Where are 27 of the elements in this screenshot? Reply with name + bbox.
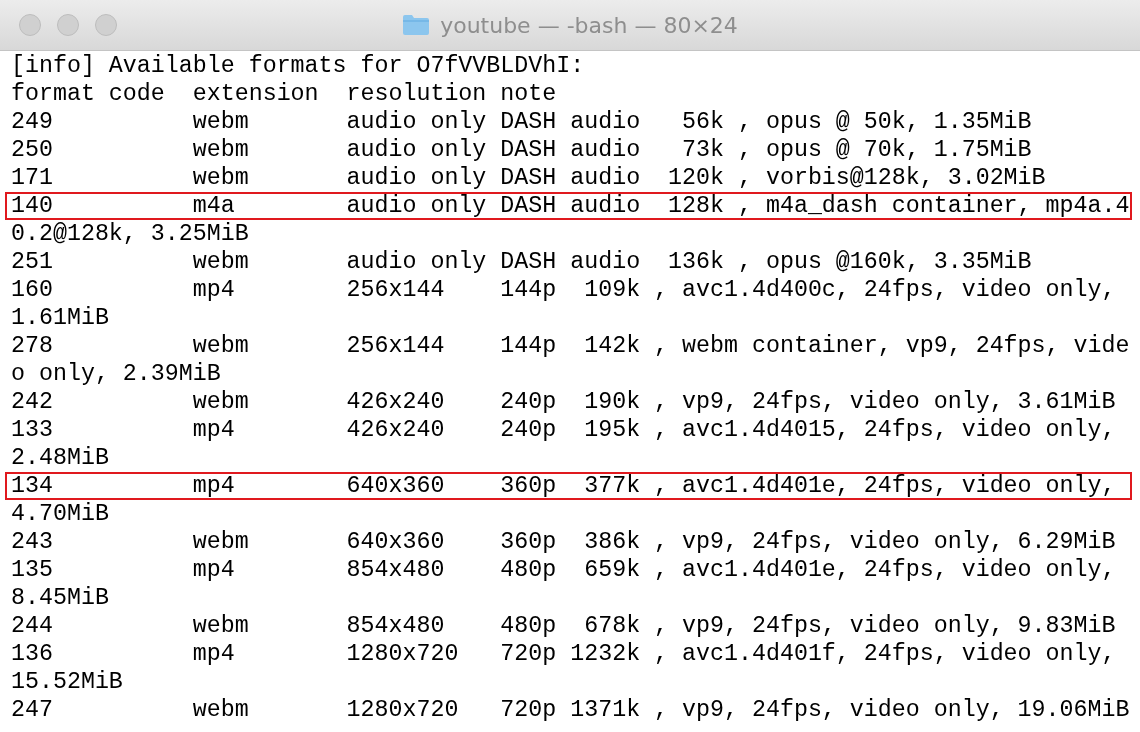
- minimize-button[interactable]: [57, 14, 79, 36]
- terminal-line: 243 webm 640x360 360p 386k , vp9, 24fps, video only, 6.29MiB: [10, 528, 1117, 556]
- terminal-line: 250 webm audio only DASH audio 73k , opus @ 70k, 1.75MiB: [10, 136, 1033, 164]
- terminal-line: 136 mp4 1280x720 720p 1232k , avc1.4d401f, 24fps, video only,: [10, 640, 1117, 668]
- terminal-line: 135 mp4 854x480 480p 659k , avc1.4d401e, 24fps, video only,: [10, 556, 1117, 584]
- terminal-line: 278 webm 256x144 144p 142k , webm container, vp9, 24fps, vide: [10, 332, 1131, 360]
- folder-icon: [402, 14, 431, 36]
- terminal-line: 247 webm 1280x720 720p 1371k , vp9, 24fps, video only, 19.06MiB: [10, 696, 1131, 724]
- terminal-line: [info] Available formats for O7fVVBLDVhI:: [10, 52, 586, 80]
- terminal-line: 160 mp4 256x144 144p 109k , avc1.4d400c, 24fps, video only,: [10, 276, 1117, 304]
- terminal-line: 251 webm audio only DASH audio 136k , opus @160k, 3.35MiB: [10, 248, 1033, 276]
- zoom-button[interactable]: [95, 14, 117, 36]
- terminal-line: 15.52MiB: [10, 668, 124, 696]
- terminal-line: 1.61MiB: [10, 304, 110, 332]
- terminal-line: 4.70MiB: [10, 500, 110, 528]
- terminal-line: 249 webm audio only DASH audio 56k , opus @ 50k, 1.35MiB: [10, 108, 1033, 136]
- terminal-line: 0.2@128k, 3.25MiB: [10, 220, 250, 248]
- terminal-line: o only, 2.39MiB: [10, 360, 222, 388]
- terminal-line: 2.48MiB: [10, 444, 110, 472]
- terminal-line: format code extension resolution note: [10, 80, 558, 108]
- terminal-line: 133 mp4 426x240 240p 195k , avc1.4d4015, 24fps, video only,: [10, 416, 1117, 444]
- terminal-line: 171 webm audio only DASH audio 120k , vorbis@128k, 3.02MiB: [10, 164, 1047, 192]
- terminal-line: 8.45MiB: [10, 584, 110, 612]
- terminal-line: 242 webm 426x240 240p 190k , vp9, 24fps, video only, 3.61MiB: [10, 388, 1117, 416]
- window-title: youtube — -bash — 80×24: [440, 12, 738, 38]
- terminal-line: 244 webm 854x480 480p 678k , vp9, 24fps, video only, 9.83MiB: [10, 612, 1117, 640]
- close-button[interactable]: [19, 14, 41, 36]
